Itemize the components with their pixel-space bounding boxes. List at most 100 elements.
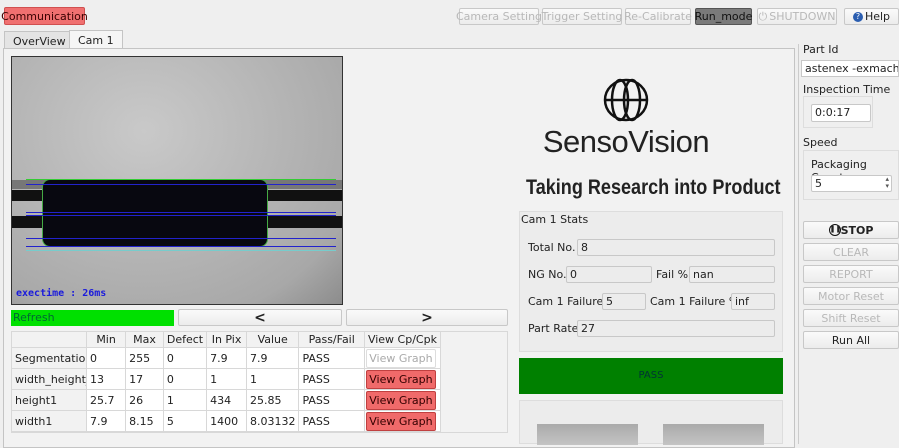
total-field: 8 [577, 239, 775, 256]
cell-defect: 5 [162, 410, 208, 432]
tagline: Taking Research into Product [526, 176, 781, 199]
cell-inpix: 434 [206, 389, 247, 411]
globe-logo-icon [603, 78, 649, 122]
packaging-count-value: 5 [815, 177, 822, 190]
cell-max: 26 [125, 389, 164, 411]
inspection-time-label: Inspection Time [803, 83, 891, 96]
column-header: Pass/Fail [298, 331, 365, 348]
cell-result: PASS [298, 347, 365, 369]
measurement-table: Min Max Defect In Pix Value Pass/Fail View Cp/… [11, 331, 442, 432]
cell-min: 25.7 [85, 389, 127, 411]
thumbnail-2[interactable] [663, 424, 764, 445]
cell-inpix: 7.9 [206, 347, 247, 369]
detected-part [42, 179, 268, 247]
clear-button[interactable]: CLEAR [803, 243, 899, 261]
cell-defect: 1 [162, 389, 208, 411]
column-header: Value [245, 331, 300, 348]
cell-inpix: 1 [206, 368, 247, 390]
shutdown-button[interactable]: ⏻ SHUTDOWN [757, 8, 837, 25]
result-status-banner: PASS [519, 358, 783, 394]
cell-min: 7.9 [85, 410, 127, 432]
cell-result: PASS [298, 368, 365, 390]
column-header: In Pix [206, 331, 247, 348]
fail-pct-field: nan [689, 266, 775, 283]
shift-reset-button[interactable]: Shift Reset [803, 309, 899, 327]
ng-label: NG No. [528, 268, 567, 281]
help-icon: ? [852, 11, 863, 22]
sensovision-logo: SensoVision [520, 78, 732, 159]
stop-button[interactable]: ❚❚ STOP [803, 221, 899, 239]
cell-name: width_height_c [11, 368, 87, 390]
ng-field: 0 [566, 266, 652, 283]
column-header: Min [85, 331, 127, 348]
cell-defect: 0 [162, 347, 208, 369]
cell-action: View Graph [363, 347, 442, 369]
cell-max: 255 [125, 347, 164, 369]
cell-name: width1 [11, 410, 87, 432]
cell-inpix: 1400 [206, 410, 247, 432]
cell-name: height1 [11, 389, 87, 411]
motor-reset-button[interactable]: Motor Reset [803, 287, 899, 305]
failures-field: 5 [602, 293, 646, 310]
rate-field: 27 [577, 320, 775, 337]
camera-setting-button[interactable]: Camera Setting [456, 8, 542, 25]
pause-icon: ❚❚ [828, 224, 841, 236]
tab-overview[interactable]: OverView [4, 31, 75, 49]
cell-result: PASS [298, 389, 365, 411]
next-button[interactable]: > [346, 309, 508, 326]
tab-cam-1[interactable]: Cam 1 [69, 30, 123, 49]
table-row: height1 25.7 26 1 434 25.85 PASS View Graph [11, 389, 442, 411]
trigger-setting-button[interactable]: Trigger Setting [542, 8, 622, 25]
recalibrate-button[interactable]: Re-Calibrate [624, 8, 692, 25]
cell-defect: 0 [162, 368, 208, 390]
column-header: Defect [162, 331, 208, 348]
rate-label: Part Rate [528, 322, 579, 335]
cell-value: 1 [245, 368, 300, 390]
table-row: width_height_c1317011PASSView Graph [11, 368, 442, 390]
help-label: Help [864, 10, 891, 23]
column-header: Max [125, 331, 164, 348]
cell-max: 17 [125, 368, 164, 390]
cell-min: 0 [85, 347, 127, 369]
cell-max: 8.15 [125, 410, 164, 432]
failure-pct-label: Cam 1 Failure % [650, 295, 740, 308]
power-icon: ⏻ [758, 9, 768, 23]
view-graph-button[interactable]: View Graph [365, 369, 436, 389]
cell-value: 7.9 [245, 347, 300, 369]
column-header: View Cp/Cpk [363, 331, 442, 348]
spin-arrows-icon[interactable]: ▴ ▾ [885, 176, 889, 190]
cell-action: View Graph [363, 368, 442, 390]
part-id-field[interactable]: astenex -exmachine [801, 60, 899, 77]
inspection-time-field[interactable]: 0:0:17 [811, 104, 871, 122]
report-button[interactable]: REPORT [803, 265, 899, 283]
cell-action: View Graph [363, 410, 442, 432]
failures-label: Cam 1 Failures [528, 295, 610, 308]
thumbnail-1[interactable] [537, 424, 638, 445]
stats-title: Cam 1 Stats [521, 213, 589, 226]
logo-name: SensoVision [542, 124, 710, 159]
view-graph-button[interactable]: View Graph [365, 411, 436, 431]
cell-name: Segmentation [11, 347, 87, 369]
exectime-overlay: exectime : 26ms [16, 288, 107, 299]
communication-button[interactable]: Communication [1, 7, 88, 25]
previous-button[interactable]: < [178, 309, 342, 326]
stop-label: STOP [840, 223, 874, 237]
refresh-indicator[interactable]: Refresh [11, 310, 174, 326]
cell-value: 8.03132 [245, 410, 300, 432]
view-graph-button[interactable]: View Graph [365, 390, 436, 410]
table-row: width1 7.9 8.15 5 1400 8.03132 PASS View Graph [11, 410, 442, 432]
cell-value: 25.85 [245, 389, 300, 411]
run-mode-button[interactable]: Run_mode [695, 8, 752, 25]
column-header [11, 331, 87, 348]
shutdown-label: SHUTDOWN [769, 10, 836, 23]
thumbnail-strip [519, 400, 783, 445]
fail-pct-label: Fail % [656, 268, 689, 281]
run-all-button[interactable]: Run All [803, 331, 899, 349]
cell-result: PASS [298, 410, 365, 432]
total-label: Total No. [528, 241, 576, 254]
help-button[interactable]: ? Help [844, 8, 899, 25]
packaging-count-spinbox[interactable]: 5 ▴ ▾ [811, 175, 892, 192]
failure-pct-field: inf [731, 293, 775, 310]
view-graph-button[interactable]: View Graph [365, 348, 436, 368]
cell-min: 13 [85, 368, 127, 390]
